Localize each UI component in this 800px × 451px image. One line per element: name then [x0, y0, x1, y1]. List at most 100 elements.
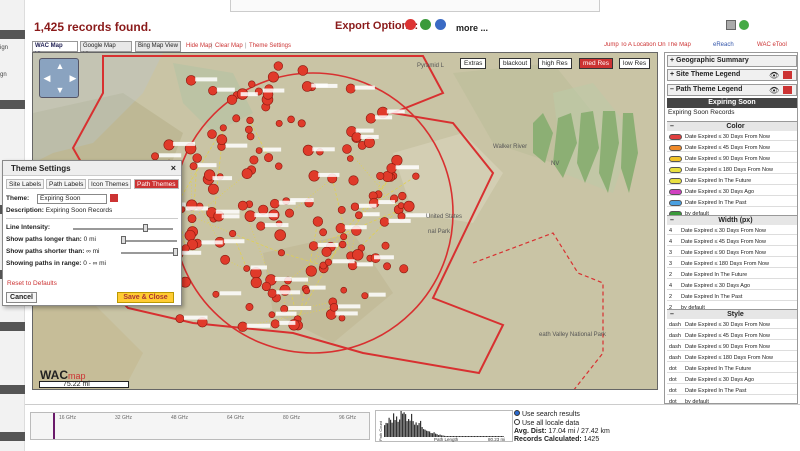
site-marker	[267, 288, 277, 298]
legend-value: 3	[669, 250, 673, 256]
histogram-bar	[391, 422, 393, 437]
site-label-box	[312, 147, 335, 152]
legend-value: dash	[669, 333, 681, 339]
geographic-summary-header[interactable]: + Geographic Summary	[667, 55, 797, 67]
histogram-bar	[387, 423, 389, 437]
rail-label: gn	[0, 72, 7, 78]
edit-icon[interactable]	[783, 71, 792, 79]
pan-left-icon[interactable]: ◀	[42, 73, 52, 84]
site-marker	[237, 321, 248, 332]
site-label-box	[240, 92, 258, 97]
med-res-button[interactable]: med Res	[579, 58, 614, 69]
records-calculated: Records Calculated: 1425	[514, 436, 600, 443]
theme-select[interactable]: Expiring Soon	[37, 194, 107, 204]
site-marker	[280, 305, 289, 313]
legend-value: 3	[669, 261, 673, 267]
histogram-bar	[424, 429, 426, 437]
histogram-bar	[475, 436, 477, 437]
histogram-bar	[477, 436, 479, 437]
histogram-bar	[393, 413, 395, 437]
clear-map-link[interactable]: Clear Map	[215, 43, 243, 49]
site-marker	[244, 210, 257, 222]
close-icon[interactable]: ×	[171, 163, 176, 173]
wac-etool-link[interactable]: WAC eTool	[757, 42, 787, 48]
tab-icon-themes[interactable]: Icon Themes	[88, 179, 132, 189]
export-globe-icon[interactable]	[435, 19, 446, 30]
site-label-box	[395, 165, 419, 170]
site-label-box	[159, 153, 182, 158]
export-pdf-icon[interactable]	[405, 19, 416, 30]
histogram-bar	[462, 436, 464, 437]
site-marker	[250, 276, 262, 289]
site-marker	[232, 114, 241, 123]
site-marker	[354, 211, 363, 220]
site-label-box	[223, 239, 245, 244]
frequency-band[interactable]: 16 GHz 32 GHz 48 GHz 64 GHz 80 GHz 96 GH…	[30, 412, 370, 440]
hide-map-link[interactable]: Hide Map	[186, 43, 212, 49]
blackout-button[interactable]: blackout	[499, 58, 532, 69]
site-marker	[365, 113, 377, 124]
tab-wac-map[interactable]: WAC Map View	[32, 41, 78, 58]
pan-up-icon[interactable]: ▲	[55, 61, 65, 71]
eye-icon[interactable]: 👁	[769, 71, 779, 80]
intensity-slider-knob[interactable]	[143, 224, 148, 232]
color-swatch	[669, 134, 682, 140]
extras-button[interactable]: Extras	[460, 58, 487, 69]
reset-defaults-link[interactable]: Reset to Defaults	[7, 280, 57, 287]
histogram-bar	[397, 421, 399, 437]
histogram-bar	[465, 436, 467, 437]
use-search-option[interactable]: Use search results	[514, 410, 610, 419]
site-marker	[398, 191, 407, 201]
site-marker	[207, 129, 217, 139]
legend-row: Date Expired ≤ 180 Days From Now	[667, 166, 797, 174]
shorter-slider-knob[interactable]	[173, 248, 178, 256]
histogram-bar	[414, 424, 416, 437]
histogram-bar	[384, 425, 386, 437]
intensity-track[interactable]	[73, 228, 173, 230]
theme-settings-link[interactable]: Theme Settings	[249, 43, 291, 49]
hist-max: 80.23 mi	[488, 437, 505, 442]
print-icon[interactable]	[726, 20, 736, 30]
site-marker	[338, 240, 347, 249]
top-strip	[230, 0, 600, 12]
histogram-bar	[427, 431, 429, 437]
save-close-button[interactable]: Save & Close	[117, 292, 174, 303]
site-marker	[342, 144, 352, 154]
color-swatch	[669, 189, 682, 195]
ereach-link[interactable]: eReach	[713, 42, 734, 48]
eye-icon[interactable]: 👁	[769, 86, 779, 95]
tab-google-map[interactable]: Google Map View	[80, 41, 132, 58]
histogram-bars	[384, 410, 504, 437]
jump-location-link[interactable]: Jump To A Location On The Map	[604, 42, 702, 48]
color-swatch	[669, 178, 682, 184]
refresh-icon[interactable]	[739, 20, 749, 30]
legend-row: Date Expired In The Future	[667, 177, 797, 185]
high-res-button[interactable]: high Res	[538, 58, 572, 69]
pan-right-icon[interactable]: ▶	[68, 73, 78, 84]
pan-control[interactable]: ▲ ▼ ◀ ▶	[39, 58, 79, 98]
shorter-track[interactable]	[121, 252, 177, 254]
theme-settings-dialog: Theme Settings × Site Labels Path Labels…	[2, 160, 182, 306]
tab-bing-map[interactable]: Bing Map View	[135, 41, 181, 52]
color-swatch	[669, 200, 682, 206]
site-label-box	[276, 290, 301, 295]
tab-path-themes[interactable]: Path Themes	[134, 179, 179, 189]
low-res-button[interactable]: low Res	[619, 58, 651, 69]
longer-track[interactable]	[121, 240, 177, 242]
edit-icon[interactable]	[783, 86, 792, 94]
theme-edit-icon[interactable]	[110, 194, 118, 202]
site-label-box	[288, 306, 312, 311]
legend-row: 3 Date Expired ≤ 180 Days From Now	[667, 260, 797, 268]
records-count: 1,425 records found.	[34, 20, 152, 34]
legend-label: Date Expired In The Future	[681, 272, 748, 278]
legend-row: 3 Date Expired ≤ 90 Days From Now	[667, 249, 797, 257]
more-export-link[interactable]: more ...	[456, 23, 488, 33]
scale-label: 75.22 mi	[63, 381, 90, 388]
use-all-option[interactable]: Use all locale data	[514, 419, 610, 428]
cancel-button[interactable]: Cancel	[6, 292, 37, 303]
longer-slider-knob[interactable]	[121, 236, 126, 244]
pan-down-icon[interactable]: ▼	[55, 85, 65, 95]
export-kml-icon[interactable]	[420, 19, 431, 30]
tab-site-labels[interactable]: Site Labels	[6, 179, 45, 189]
tab-path-labels[interactable]: Path Labels	[46, 179, 87, 189]
